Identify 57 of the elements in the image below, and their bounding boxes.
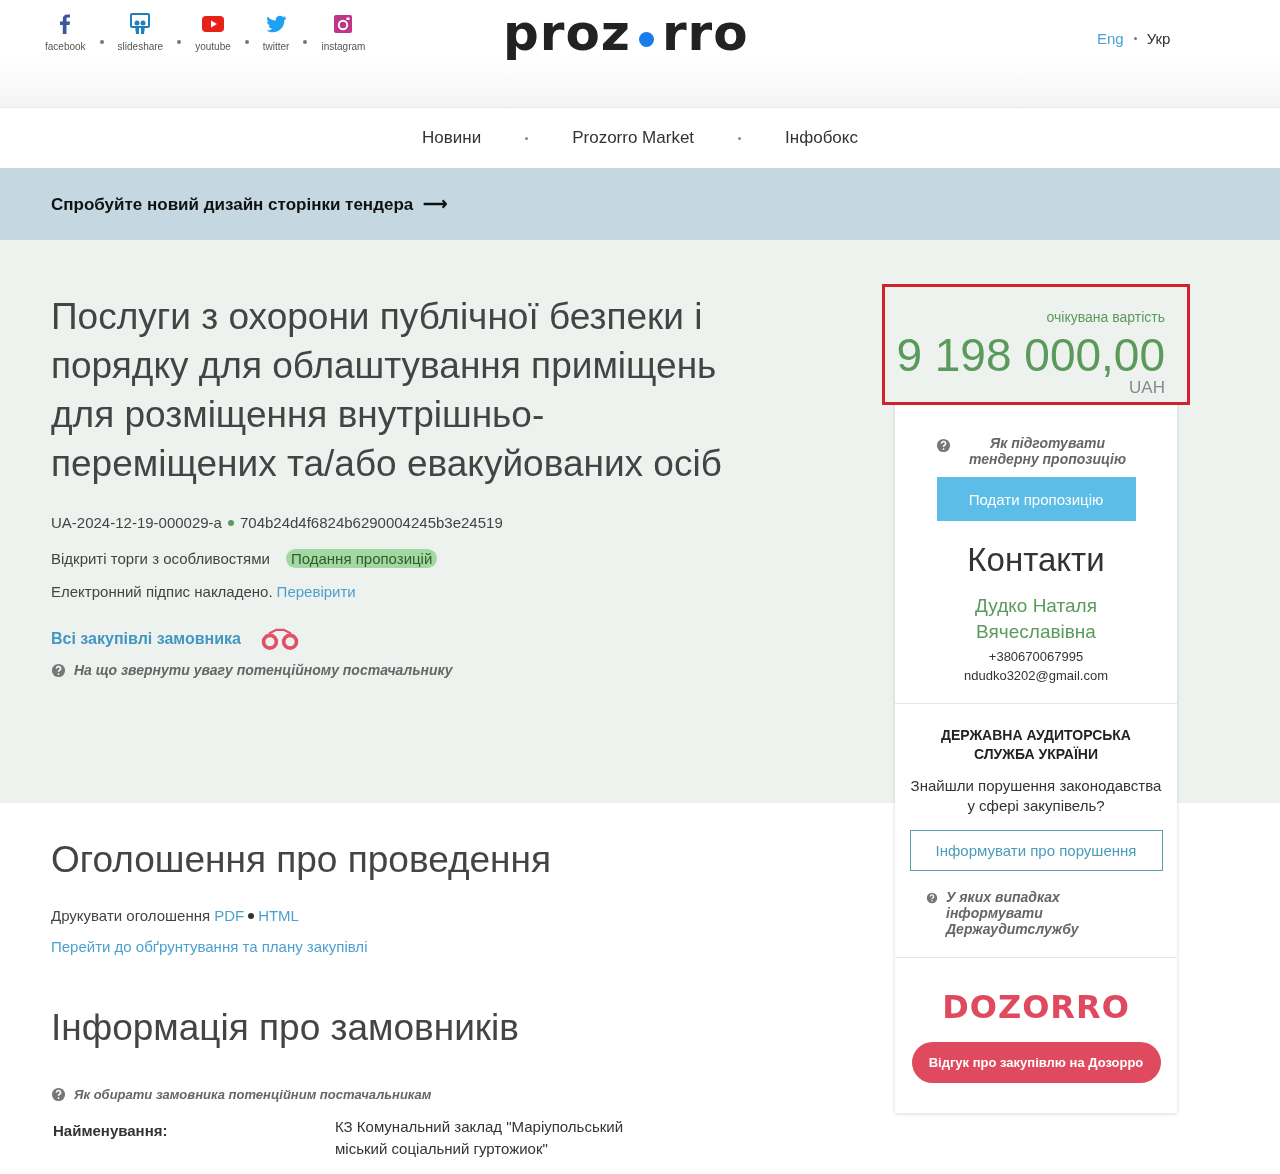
contact-phone: +380670067995 [988, 649, 1084, 664]
section-heading: Оголошення про проведення [51, 839, 552, 881]
separator-dot [525, 136, 529, 140]
help-icon [936, 438, 951, 453]
social-link[interactable]: instagram [321, 12, 366, 52]
report-button[interactable]: Інформувати про порушення [909, 830, 1163, 871]
help-icon [926, 892, 938, 904]
help-link[interactable]: Як підготувати тендерну пропозицію [959, 435, 1136, 467]
tender-title: Послуги з охорони публічної безпеки і порядку для облаштування приміщень для розміщення внутрішньо-переміщених та/або евакуйованих осіб [51, 295, 723, 486]
separator-dot [248, 912, 255, 919]
procedure-type: Відкриті торги з особливостями [51, 550, 270, 567]
social-link[interactable]: slideshare [117, 12, 164, 52]
plan-link[interactable]: Перейти до обґрунтування та плану закупівлі [51, 938, 368, 955]
print-link[interactable]: HTML [258, 907, 299, 924]
section-heading: Інформація про замовників [51, 1007, 520, 1049]
dozorro-logo[interactable]: DOZORRO [942, 988, 1130, 1026]
separator-dot [738, 136, 742, 140]
separator-dot [303, 40, 308, 44]
nav-link[interactable]: Новини [422, 128, 482, 148]
feedback-button[interactable]: Відгук про закупівлю на Дозорро [911, 1042, 1161, 1083]
field-label: Найменування: [52, 1122, 169, 1141]
tender-hash: 704b24d4f6824b6290004245b3e24519 [239, 514, 503, 531]
help-link[interactable]: У яких випадках інформувати Держаудитслужбу [946, 889, 1146, 937]
nav-link[interactable]: Prozorro Market [572, 128, 695, 148]
audit-heading: ДЕРЖАВНА АУДИТОРСЬКА СЛУЖБА УКРАЇНИ [940, 726, 1132, 764]
nav-link[interactable]: Інфобокс [785, 128, 858, 148]
price-label: очікувана вартість [1046, 309, 1165, 325]
audit-text: Знайшли порушення законодавства у сфері закупівель? [909, 776, 1163, 816]
help-link[interactable]: Як обирати замовника потенційним постачальникам [74, 1087, 432, 1102]
logo[interactable]: proz rro [503, 4, 749, 62]
buyer-procurements-link[interactable]: Всі закупівлі замовника [51, 630, 241, 648]
currency: UAH [1129, 380, 1165, 396]
print-label: Друкувати оголошення [51, 907, 211, 924]
signature-text: Електронний підпис накладено. [51, 583, 273, 600]
contact-email: ndudko3202@gmail.com [964, 668, 1108, 683]
separator-dot [227, 519, 234, 526]
field-value: КЗ Комунальний заклад "Маріупольський міський соціальний гуртожиок" [335, 1117, 625, 1159]
language-link[interactable]: Укр [1146, 30, 1171, 47]
separator-dot [99, 40, 104, 44]
new-design-link[interactable]: Спробуйте новий дизайн сторінки тендера ⟶ [51, 193, 447, 215]
separator-dot [1133, 37, 1137, 40]
tender-id: UA-2024-12-19-000029-a [51, 514, 222, 531]
help-icon [51, 662, 66, 678]
language-link[interactable]: Eng [1097, 30, 1124, 47]
social-link[interactable]: facebook [45, 12, 86, 52]
separator-dot [177, 40, 182, 44]
help-link[interactable]: На що звернути увагу потенційному постачальнику [74, 662, 453, 678]
contact-name: Дудко Наталя Вячеславівна [974, 594, 1098, 644]
social-link[interactable]: youtube [195, 12, 231, 52]
help-icon [51, 1087, 66, 1102]
contacts-heading: Контакти [967, 541, 1105, 579]
price-amount: 9 198 000,00 [896, 330, 1165, 380]
separator-dot [244, 40, 249, 44]
slideshare-icon [128, 12, 153, 36]
social-link[interactable]: twitter [262, 12, 290, 52]
print-link[interactable]: PDF [214, 907, 245, 924]
status-badge: Подання пропозицій [285, 549, 438, 568]
